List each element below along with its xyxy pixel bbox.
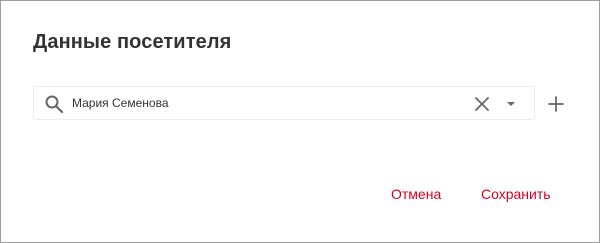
caret-down-icon[interactable] [504, 99, 518, 109]
cancel-button[interactable]: Отмена [391, 179, 441, 209]
save-button[interactable]: Сохранить [481, 179, 551, 209]
visitor-dialog: Данные посетителя Отмена Сохранить [0, 0, 600, 243]
close-icon[interactable] [474, 96, 490, 112]
visitor-search-input[interactable] [72, 92, 462, 114]
dialog-title: Данные посетителя [33, 31, 232, 53]
search-icon [45, 95, 64, 114]
plus-icon[interactable] [546, 94, 566, 114]
visitor-search-box[interactable] [33, 86, 535, 120]
